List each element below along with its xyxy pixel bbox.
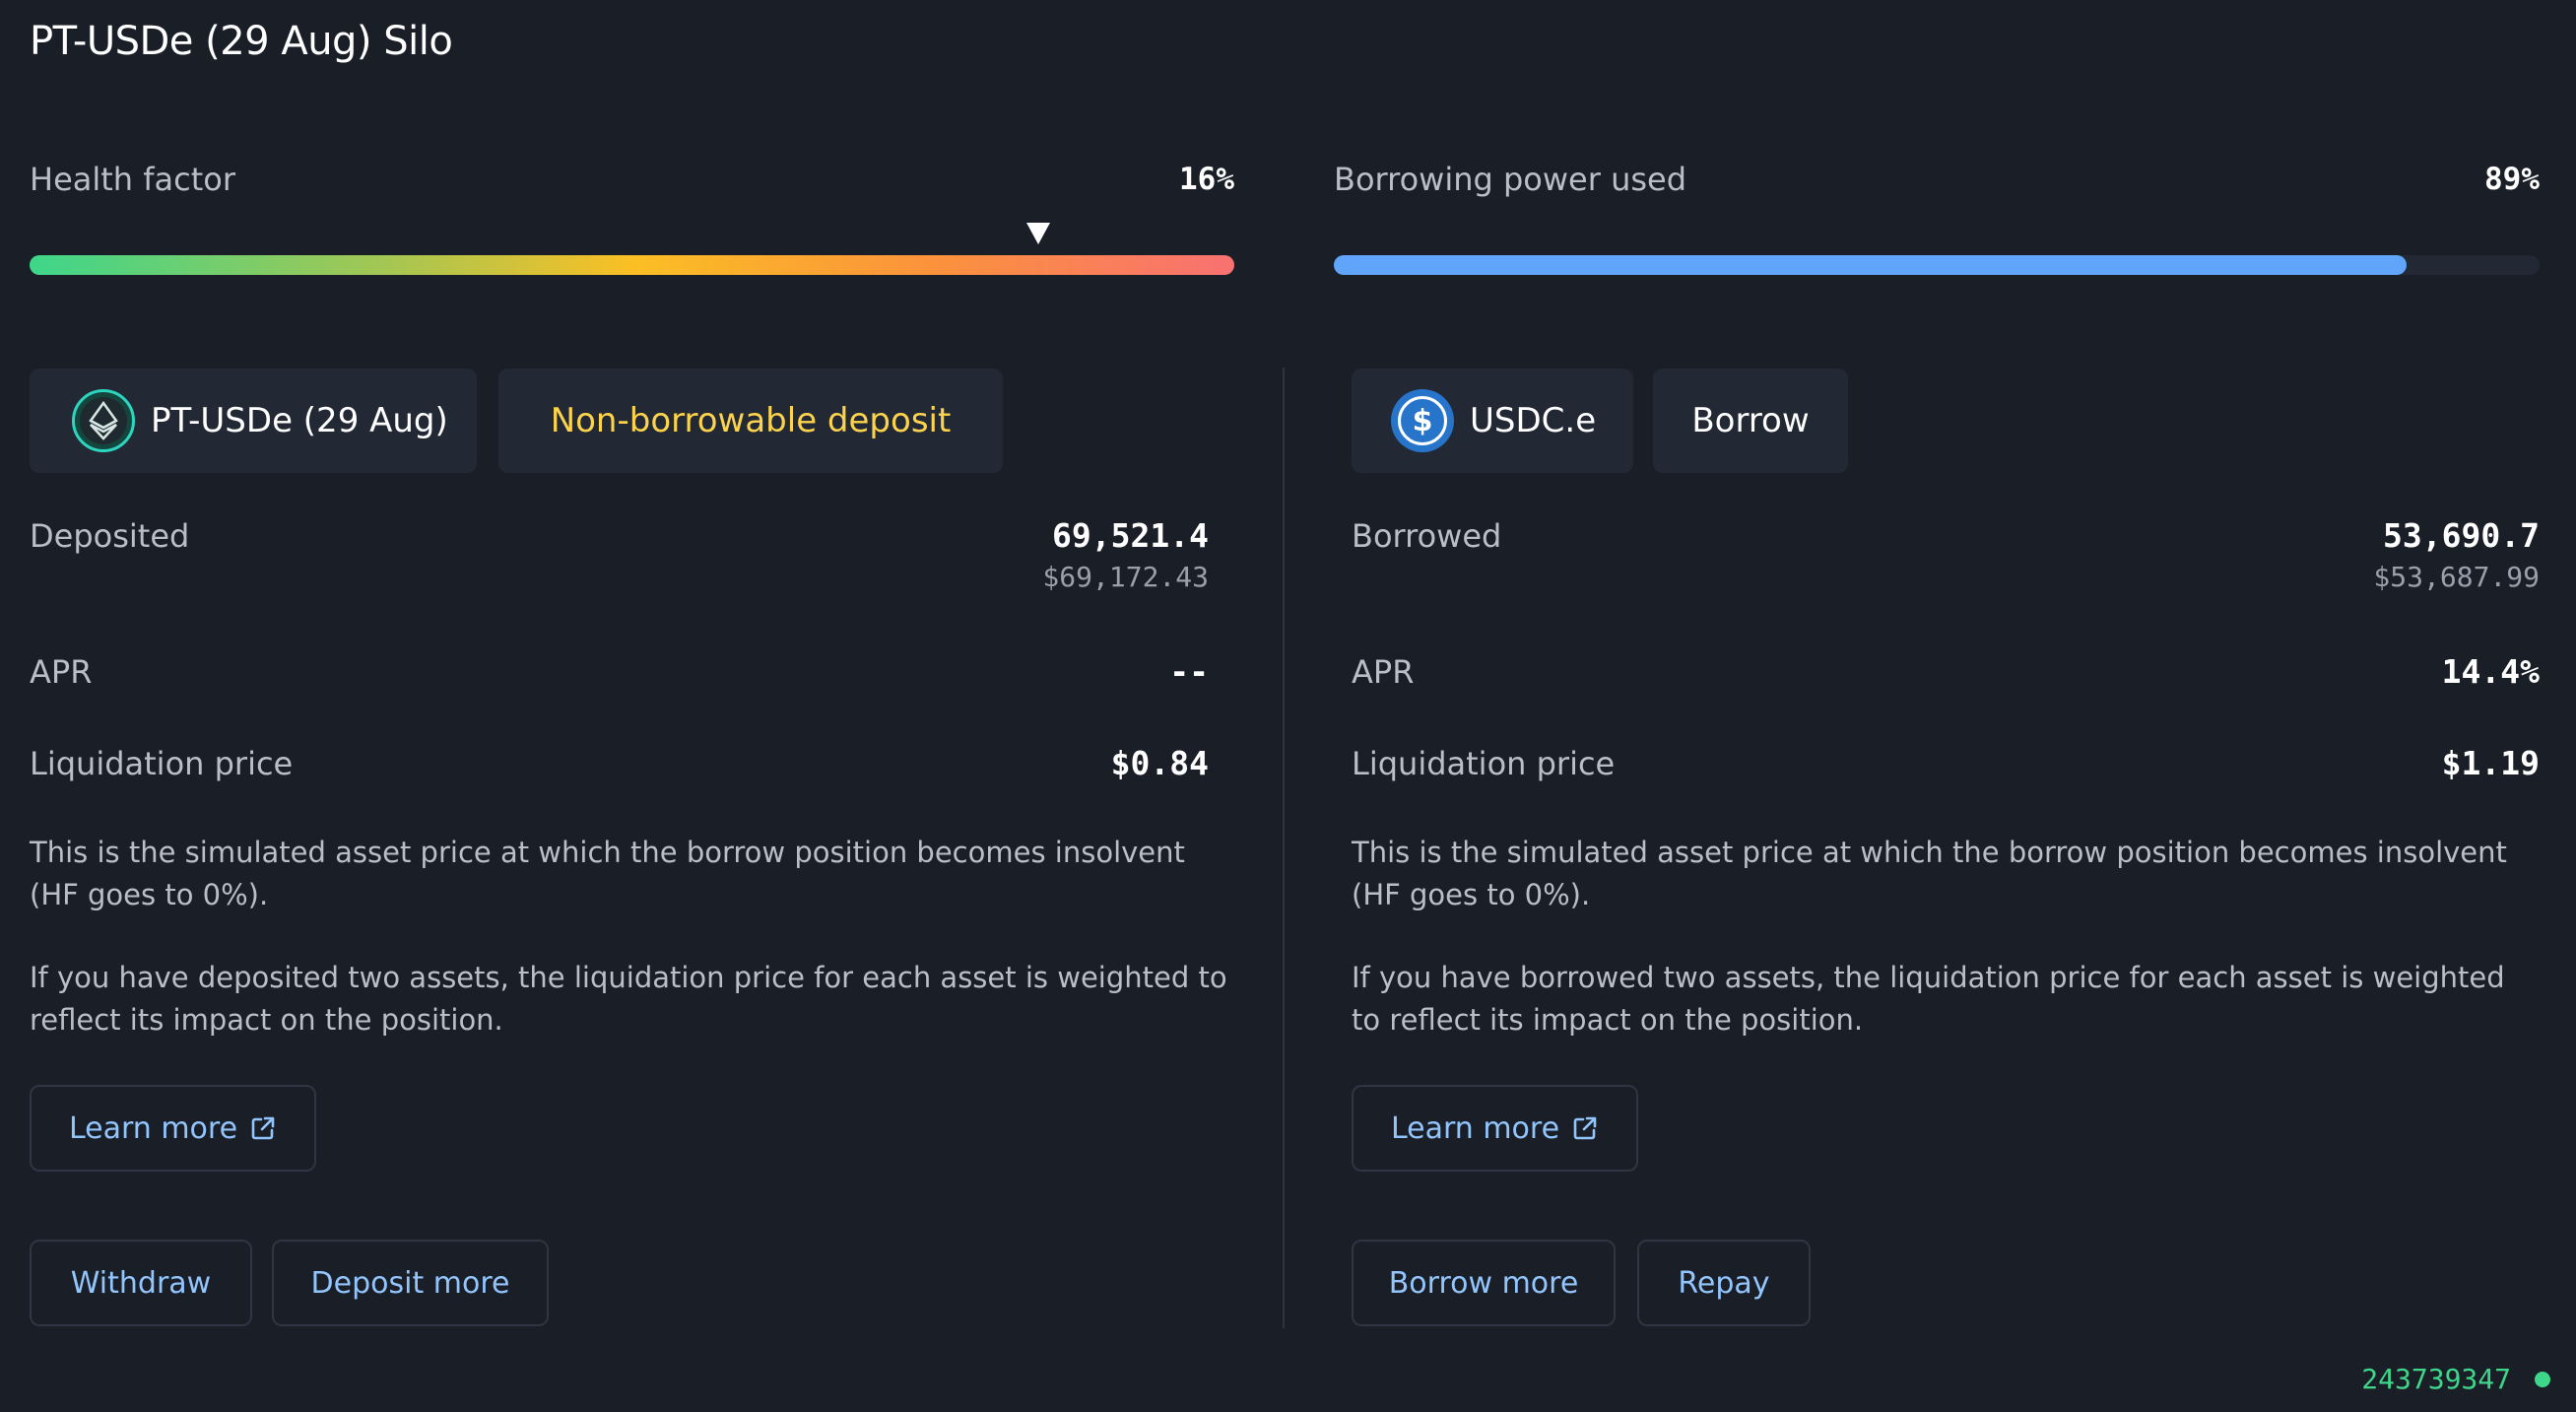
borrow-asset-name: USDC.e <box>1470 401 1597 440</box>
borrowed-label: Borrowed <box>1352 517 1502 555</box>
external-link-icon <box>1571 1114 1599 1142</box>
borrowed-usd: $53,687.99 <box>2373 561 2540 593</box>
borrowed-row: Borrowed 53,690.7 $53,687.99 <box>1352 514 2540 603</box>
learn-more-link[interactable]: Learn more <box>1352 1085 1638 1172</box>
network-status: 243739347 <box>2361 1360 2550 1399</box>
non-borrowable-badge: Non-borrowable deposit <box>498 369 1003 473</box>
deposit-panel: PT-USDe (29 Aug) Non-borrowable deposit … <box>30 369 1227 1326</box>
health-factor-marker <box>1025 223 1050 244</box>
apr-label: APR <box>1352 653 1415 691</box>
borrowing-power-bar <box>1334 255 2540 275</box>
borrow-badge-label: Borrow <box>1691 401 1810 440</box>
column-divider <box>1283 368 1285 1328</box>
usdc-token-icon: $ <box>1391 389 1454 452</box>
silo-position-page: PT-USDe (29 Aug) Silo Health factor 16% … <box>0 0 2576 1412</box>
learn-more-label: Learn more <box>68 1110 238 1146</box>
deposit-more-button[interactable]: Deposit more <box>272 1240 549 1326</box>
deposited-label: Deposited <box>30 517 190 555</box>
liquidation-price-label: Liquidation price <box>1352 745 1616 782</box>
network-status-dot <box>2535 1372 2550 1387</box>
apr-label: APR <box>30 653 93 691</box>
weighting-description: If you have borrowed two assets, the liq… <box>1352 961 2505 1037</box>
liquidation-description: This is the simulated asset price at whi… <box>1352 836 2507 911</box>
liquidation-description: This is the simulated asset price at whi… <box>30 836 1185 911</box>
borrowing-power-value: 89% <box>2484 162 2540 197</box>
deposited-row: Deposited 69,521.4 $69,172.43 <box>30 514 1226 603</box>
withdraw-button[interactable]: Withdraw <box>30 1240 252 1326</box>
deposit-asset-name: PT-USDe (29 Aug) <box>151 401 448 440</box>
borrow-panel: $ USDC.e Borrow Borrowed 53,690.7 $53,68… <box>1352 369 2540 1326</box>
health-factor-value: 16% <box>1179 162 1234 197</box>
health-factor-label: Health factor <box>30 161 235 198</box>
borrow-more-button[interactable]: Borrow more <box>1352 1240 1616 1326</box>
page-title: PT-USDe (29 Aug) Silo <box>30 19 453 64</box>
liquidation-price-value: $0.84 <box>1110 744 1209 782</box>
liquidation-price-label: Liquidation price <box>30 745 294 782</box>
borrowed-amount: 53,690.7 <box>2383 516 2540 555</box>
non-borrowable-label: Non-borrowable deposit <box>550 401 952 440</box>
borrow-asset-chip[interactable]: $ USDC.e <box>1352 369 1633 473</box>
deposited-usd: $69,172.43 <box>1042 561 1209 593</box>
apr-value: -- <box>1169 652 1209 691</box>
block-number: 243739347 <box>2361 1363 2511 1395</box>
repay-button[interactable]: Repay <box>1637 1240 1811 1326</box>
weighting-description: If you have deposited two assets, the li… <box>30 961 1227 1037</box>
learn-more-link[interactable]: Learn more <box>30 1085 316 1172</box>
health-factor-bar <box>30 255 1234 275</box>
borrow-badge: Borrow <box>1653 369 1848 473</box>
learn-more-label: Learn more <box>1390 1110 1560 1146</box>
external-link-icon <box>249 1114 277 1142</box>
borrowing-power-fill <box>1334 255 2408 275</box>
borrowing-power-label: Borrowing power used <box>1334 161 1687 198</box>
apr-value: 14.4% <box>2441 652 2540 691</box>
deposit-asset-chip[interactable]: PT-USDe (29 Aug) <box>30 369 477 473</box>
liquidation-price-value: $1.19 <box>2441 744 2540 782</box>
deposited-amount: 69,521.4 <box>1052 516 1209 555</box>
pt-usde-token-icon <box>72 389 135 452</box>
